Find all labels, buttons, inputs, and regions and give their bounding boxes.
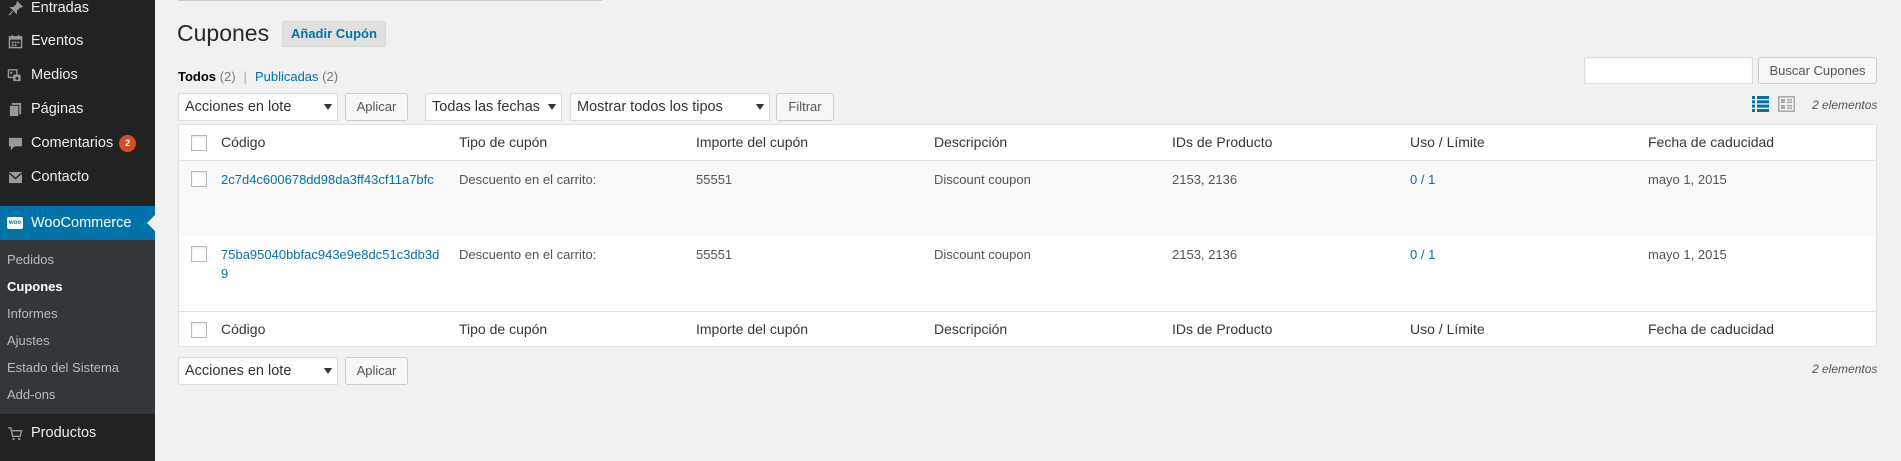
coupon-code-link[interactable]: 2c7d4c600678dd98da3ff43cf11a7bfc <box>221 170 441 189</box>
calendar-icon <box>0 24 30 58</box>
chevron-down-icon <box>324 104 332 110</box>
row-checkbox[interactable] <box>191 171 207 187</box>
comment-icon <box>0 126 30 160</box>
comments-count-badge: 2 <box>119 134 137 152</box>
media-icon <box>0 58 30 92</box>
type-filter-select[interactable]: Mostrar todos los tipos <box>570 93 770 121</box>
column-footer-type: Tipo de cupón <box>459 321 548 337</box>
filter-all-link[interactable]: Todos (2) <box>178 69 236 84</box>
items-count-top: 2 elementos <box>1812 98 1878 112</box>
coupons-table: Código Tipo de cupón Importe del cupón D… <box>178 124 1877 347</box>
column-footer-amount: Importe del cupón <box>696 321 809 337</box>
chevron-down-icon <box>756 104 764 110</box>
menu-label: Eventos <box>31 33 84 49</box>
admin-sidebar: Entradas Eventos Medios Páginas Comentar… <box>0 0 155 461</box>
woocommerce-submenu: Pedidos Cupones Informes Ajustes Estado … <box>0 240 155 414</box>
coupon-expiry: mayo 1, 2015 <box>1648 247 1727 262</box>
menu-item-paginas[interactable]: Páginas <box>0 92 155 126</box>
menu-item-woocommerce[interactable]: woo WooCommerce <box>0 206 155 240</box>
current-menu-arrow <box>147 215 155 231</box>
select-all-checkbox-footer[interactable] <box>191 322 207 338</box>
menu-label: Comentarios 2 <box>30 134 137 152</box>
submenu-item-add-ons[interactable]: Add-ons <box>7 387 55 402</box>
menu-label: Contacto <box>31 169 90 185</box>
menu-label: WooCommerce <box>31 215 132 231</box>
submenu-item-estado-del-sistema[interactable]: Estado del Sistema <box>7 360 119 375</box>
coupon-type: Descuento en el carrito: <box>459 172 597 187</box>
search-coupons-button[interactable]: Buscar Cupones <box>1758 57 1877 84</box>
filter-published-link[interactable]: Publicadas (2) <box>255 69 338 84</box>
column-header-type: Tipo de cupón <box>459 134 548 150</box>
column-footer-code[interactable]: Código <box>221 321 265 337</box>
bulk-actions-select-top[interactable]: Acciones en lote <box>178 93 338 121</box>
chevron-down-icon <box>548 104 556 110</box>
menu-item-comentarios[interactable]: Comentarios 2 <box>0 126 155 160</box>
coupon-amount: 55551 <box>696 172 733 187</box>
items-count-bottom: 2 elementos <box>1812 362 1878 376</box>
column-header-code[interactable]: Código <box>221 134 265 150</box>
submenu-item-cupones[interactable]: Cupones <box>7 279 63 294</box>
woo-icon: woo <box>0 206 30 240</box>
coupon-description: Discount coupon <box>934 172 1031 187</box>
column-header-usage-limit: Uso / Límite <box>1410 134 1485 150</box>
apply-button-bottom[interactable]: Aplicar <box>345 357 408 385</box>
menu-label: Páginas <box>31 101 84 117</box>
top-divider <box>178 0 602 1</box>
menu-item-eventos[interactable]: Eventos <box>0 24 155 58</box>
page-title: Cupones <box>177 20 270 46</box>
apply-button-top[interactable]: Aplicar <box>345 93 408 121</box>
column-footer-description: Descripción <box>934 321 1008 337</box>
coupon-usage-limit: 0 / 1 <box>1410 172 1436 187</box>
menu-label: Entradas <box>31 0 90 16</box>
table-header-row: Código Tipo de cupón Importe del cupón D… <box>179 125 1876 161</box>
menu-item-entradas[interactable]: Entradas <box>0 0 155 25</box>
coupon-usage-limit: 0 / 1 <box>1410 247 1436 262</box>
column-header-description: Descripción <box>934 134 1008 150</box>
search-input[interactable] <box>1584 57 1753 84</box>
filter-separator: | <box>243 69 247 84</box>
coupon-product-ids: 2153, 2136 <box>1172 247 1238 262</box>
cart-icon <box>0 416 30 450</box>
pin-icon <box>0 0 30 25</box>
mail-icon <box>0 160 30 194</box>
column-footer-expiry: Fecha de caducidad <box>1648 321 1775 337</box>
table-row: 75ba95040bbfac943e9e8dc51c3db3d9 Descuen… <box>179 236 1876 311</box>
add-coupon-button[interactable]: Añadir Cupón <box>282 21 386 47</box>
coupon-description: Discount coupon <box>934 247 1031 262</box>
coupon-type: Descuento en el carrito: <box>459 247 597 262</box>
coupon-product-ids: 2153, 2136 <box>1172 172 1238 187</box>
submenu-item-pedidos[interactable]: Pedidos <box>7 252 54 267</box>
menu-item-contacto[interactable]: Contacto <box>0 160 155 194</box>
column-footer-usage-limit: Uso / Límite <box>1410 321 1485 337</box>
date-filter-select[interactable]: Todas las fechas <box>425 93 562 121</box>
bulk-actions-select-bottom[interactable]: Acciones en lote <box>178 357 338 385</box>
select-all-checkbox[interactable] <box>191 135 207 151</box>
menu-item-medios[interactable]: Medios <box>0 58 155 92</box>
chevron-down-icon <box>324 368 332 374</box>
table-footer-row: Código Tipo de cupón Importe del cupón D… <box>179 311 1876 347</box>
column-header-expiry: Fecha de caducidad <box>1648 134 1775 150</box>
menu-label: Medios <box>31 67 78 83</box>
coupon-amount: 55551 <box>696 247 733 262</box>
column-header-amount: Importe del cupón <box>696 134 809 150</box>
row-checkbox[interactable] <box>191 246 207 262</box>
table-row: 2c7d4c600678dd98da3ff43cf11a7bfc Descuen… <box>179 161 1876 236</box>
usage-count-link[interactable]: 0 <box>1410 172 1417 187</box>
usage-count-link[interactable]: 0 <box>1410 247 1417 262</box>
excerpt-view-icon[interactable] <box>1778 96 1795 112</box>
status-filter-links: Todos (2) | Publicadas (2) <box>178 69 338 84</box>
submenu-item-informes[interactable]: Informes <box>7 306 58 321</box>
list-view-icon[interactable] <box>1752 96 1769 112</box>
filter-button[interactable]: Filtrar <box>776 93 834 121</box>
column-header-product-ids: IDs de Producto <box>1172 134 1273 150</box>
submenu-item-ajustes[interactable]: Ajustes <box>7 333 50 348</box>
pages-icon <box>0 92 30 126</box>
menu-item-productos[interactable]: Productos <box>0 416 155 450</box>
coupon-code-link[interactable]: 75ba95040bbfac943e9e8dc51c3db3d9 <box>221 245 441 283</box>
coupon-expiry: mayo 1, 2015 <box>1648 172 1727 187</box>
column-footer-product-ids: IDs de Producto <box>1172 321 1273 337</box>
menu-label: Productos <box>31 425 97 441</box>
